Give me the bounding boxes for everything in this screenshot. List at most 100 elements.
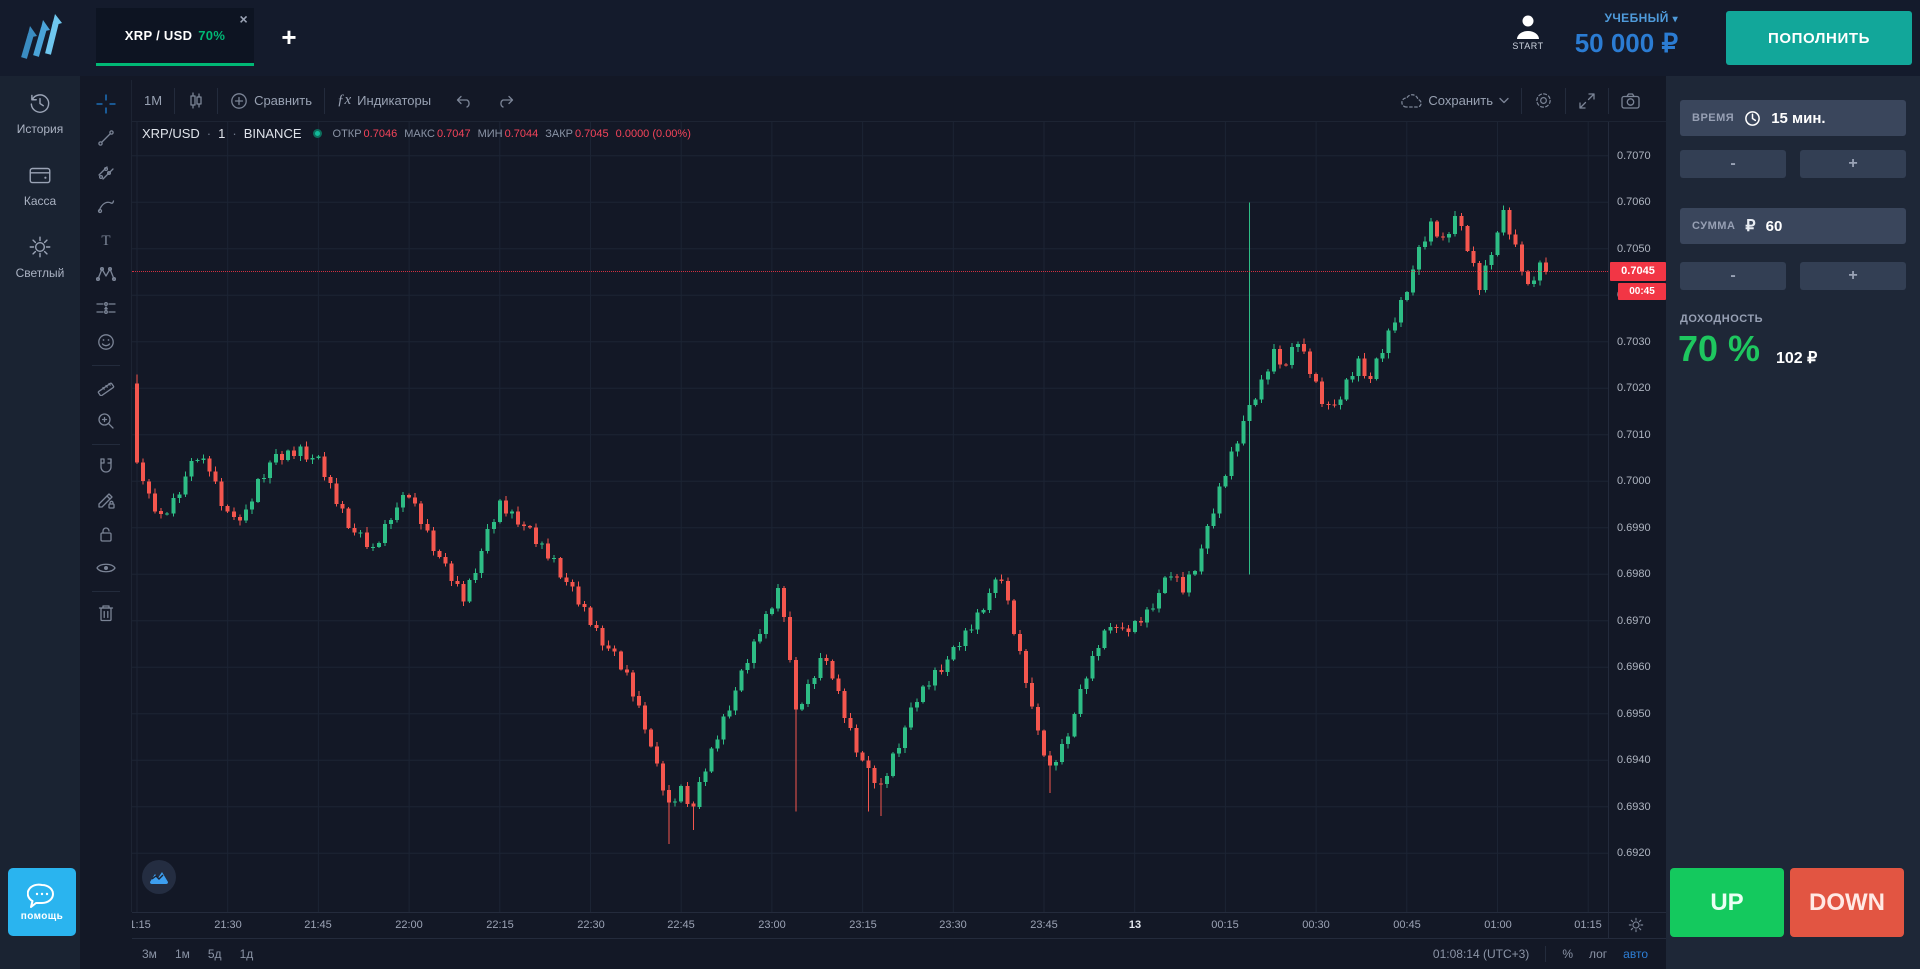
compare-plus-icon bbox=[230, 92, 248, 110]
time-field[interactable]: ВРЕМЯ 15 мин. bbox=[1680, 100, 1906, 136]
compare-button[interactable]: Сравнить bbox=[218, 86, 324, 116]
trade-panel: ВРЕМЯ 15 мин. - + СУММА ₽ 60 - + ДОХОДНО… bbox=[1666, 76, 1920, 969]
log-scale-button[interactable]: лог bbox=[1589, 947, 1607, 961]
tool-lock-all[interactable] bbox=[89, 518, 123, 550]
tool-emoji[interactable] bbox=[89, 326, 123, 358]
help-button[interactable]: помощь bbox=[8, 868, 76, 936]
amount-field[interactable]: СУММА ₽ 60 bbox=[1680, 208, 1906, 244]
undo-icon bbox=[455, 94, 473, 108]
fullscreen-button[interactable] bbox=[1566, 86, 1608, 116]
tool-channels[interactable] bbox=[89, 156, 123, 188]
range-3m[interactable]: 3м bbox=[142, 947, 157, 961]
compare-label: Сравнить bbox=[254, 93, 312, 108]
time-tick-label: 13 bbox=[1113, 919, 1157, 931]
account-balance: 50 000 ₽ bbox=[1522, 28, 1678, 59]
auto-scale-button[interactable]: авто bbox=[1623, 947, 1648, 961]
range-1m[interactable]: 1м bbox=[175, 947, 190, 961]
price-tick-label: 0.7070 bbox=[1617, 149, 1651, 163]
time-plus-button[interactable]: + bbox=[1800, 150, 1906, 178]
amount-plus-button[interactable]: + bbox=[1800, 262, 1906, 290]
tool-remove-all[interactable] bbox=[89, 597, 123, 629]
sidebar-item-cashier[interactable]: Касса bbox=[0, 148, 80, 220]
asset-tab-pair: XRP / USD bbox=[125, 28, 192, 43]
tool-ruler[interactable] bbox=[89, 371, 123, 403]
indicators-label: Индикаторы bbox=[357, 93, 431, 108]
crosshair-icon bbox=[96, 94, 116, 114]
time-tick-label: 21:15 bbox=[132, 919, 159, 931]
divider bbox=[1545, 946, 1546, 962]
zoom-in-icon bbox=[97, 412, 115, 430]
chart-settings-button[interactable] bbox=[1522, 86, 1565, 116]
amount-minus-button[interactable]: - bbox=[1680, 262, 1786, 290]
text-icon: T bbox=[98, 232, 114, 248]
time-tick-label: 00:45 bbox=[1385, 919, 1429, 931]
candle-style-button[interactable] bbox=[175, 86, 217, 116]
sidebar-item-label: Светлый bbox=[0, 266, 80, 280]
tool-text[interactable]: T bbox=[89, 224, 123, 256]
price-tick-label: 0.7030 bbox=[1617, 335, 1651, 349]
chart-legend: XRP/USD · 1 · BINANCE ОТКР0.7046 МАКС0.7… bbox=[142, 126, 691, 141]
chart-zone: 1М Сравнить ƒx Индикаторы bbox=[80, 76, 1666, 969]
toolbar-divider bbox=[92, 444, 120, 445]
indicators-button[interactable]: ƒx Индикаторы bbox=[325, 86, 443, 116]
account-type-dropdown[interactable]: УЧЕБНЫЙ ▾ bbox=[1556, 11, 1678, 25]
redo-button[interactable] bbox=[485, 86, 527, 116]
up-button[interactable]: UP bbox=[1670, 868, 1784, 937]
tool-zoom-in[interactable] bbox=[89, 405, 123, 437]
range-switcher: 3м 1м 5д 1д bbox=[142, 947, 253, 961]
chart-plot[interactable]: XRP/USD · 1 · BINANCE ОТКР0.7046 МАКС0.7… bbox=[132, 122, 1608, 912]
sidebar-item-theme[interactable]: Светлый bbox=[0, 220, 80, 292]
time-field-value: 15 мин. bbox=[1771, 110, 1825, 127]
tool-drawing-lock[interactable] bbox=[89, 484, 123, 516]
time-tick-label: 22:45 bbox=[659, 919, 703, 931]
price-tick-label: 0.6930 bbox=[1617, 800, 1651, 814]
tool-brush[interactable] bbox=[89, 190, 123, 222]
drawing-toolbar: T bbox=[80, 80, 132, 912]
chevron-down-icon: ▾ bbox=[1673, 14, 1678, 25]
sidebar-item-history[interactable]: История bbox=[0, 76, 80, 148]
time-axis-settings-icon[interactable] bbox=[1628, 917, 1644, 933]
tool-trend-line[interactable] bbox=[89, 122, 123, 154]
trash-icon bbox=[98, 604, 114, 622]
time-axis[interactable]: 21:1521:3021:4522:0022:1522:3022:4523:00… bbox=[132, 912, 1666, 938]
interval-button[interactable]: 1М bbox=[132, 86, 174, 116]
tool-pattern[interactable] bbox=[89, 258, 123, 290]
price-tick-label: 0.7060 bbox=[1617, 195, 1651, 209]
down-button[interactable]: DOWN bbox=[1790, 868, 1904, 937]
percent-scale-button[interactable]: % bbox=[1562, 947, 1573, 961]
tool-hide-all[interactable] bbox=[89, 552, 123, 584]
forecast-icon bbox=[96, 299, 116, 317]
save-layout-button[interactable]: Сохранить bbox=[1388, 86, 1521, 116]
asset-tab-payout: 70% bbox=[198, 28, 225, 43]
sun-icon bbox=[27, 234, 53, 260]
tool-magnet[interactable] bbox=[89, 450, 123, 482]
top-bar: XRP / USD 70% × + START УЧЕБНЫЙ ▾ 50 000… bbox=[0, 0, 1920, 76]
legend-symbol[interactable]: XRP/USD bbox=[142, 126, 200, 141]
help-button-label: помощь bbox=[8, 911, 76, 922]
price-tick-label: 0.7050 bbox=[1617, 242, 1651, 256]
candles bbox=[135, 202, 1548, 844]
time-minus-button[interactable]: - bbox=[1680, 150, 1786, 178]
undo-button[interactable] bbox=[443, 86, 485, 116]
left-sidebar: История Касса Светлый помощь bbox=[0, 76, 80, 969]
legend-interval: 1 bbox=[218, 126, 225, 141]
redo-icon bbox=[497, 94, 515, 108]
toolbar-divider bbox=[92, 365, 120, 366]
range-1d[interactable]: 1д bbox=[240, 947, 254, 961]
clock-utc[interactable]: 01:08:14 (UTC+3) bbox=[1433, 947, 1529, 961]
add-tab-button[interactable]: + bbox=[272, 18, 306, 56]
tab-close-icon[interactable]: × bbox=[240, 12, 248, 26]
camera-icon bbox=[1621, 93, 1640, 109]
price-tick-label: 0.7000 bbox=[1617, 474, 1651, 488]
range-5d[interactable]: 5д bbox=[208, 947, 222, 961]
deposit-button[interactable]: ПОПОЛНИТЬ bbox=[1726, 11, 1912, 65]
cloud-icon bbox=[1400, 93, 1422, 109]
asset-tab[interactable]: XRP / USD 70% × bbox=[96, 8, 254, 66]
clock-icon bbox=[1744, 110, 1761, 127]
channels-icon bbox=[97, 163, 115, 181]
tool-forecast[interactable] bbox=[89, 292, 123, 324]
grid bbox=[132, 122, 1608, 912]
snapshot-button[interactable] bbox=[1609, 86, 1652, 116]
tool-crosshair[interactable] bbox=[89, 88, 123, 120]
price-axis[interactable]: 0.70700.70600.70500.70400.70300.70200.70… bbox=[1608, 122, 1666, 912]
